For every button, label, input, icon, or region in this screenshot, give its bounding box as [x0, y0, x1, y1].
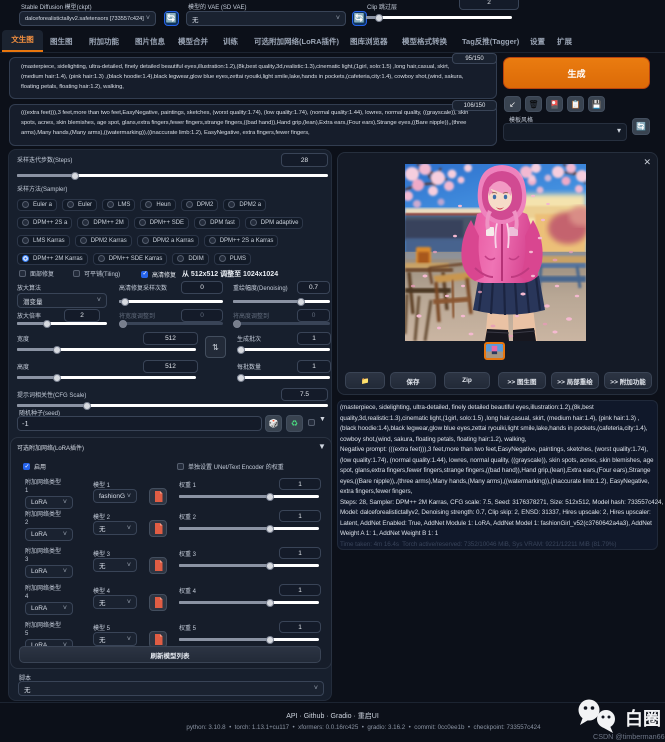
svg-text:CSDN @timberman666: CSDN @timberman666: [593, 732, 665, 741]
svg-text:白圈: 白圈: [625, 708, 661, 729]
